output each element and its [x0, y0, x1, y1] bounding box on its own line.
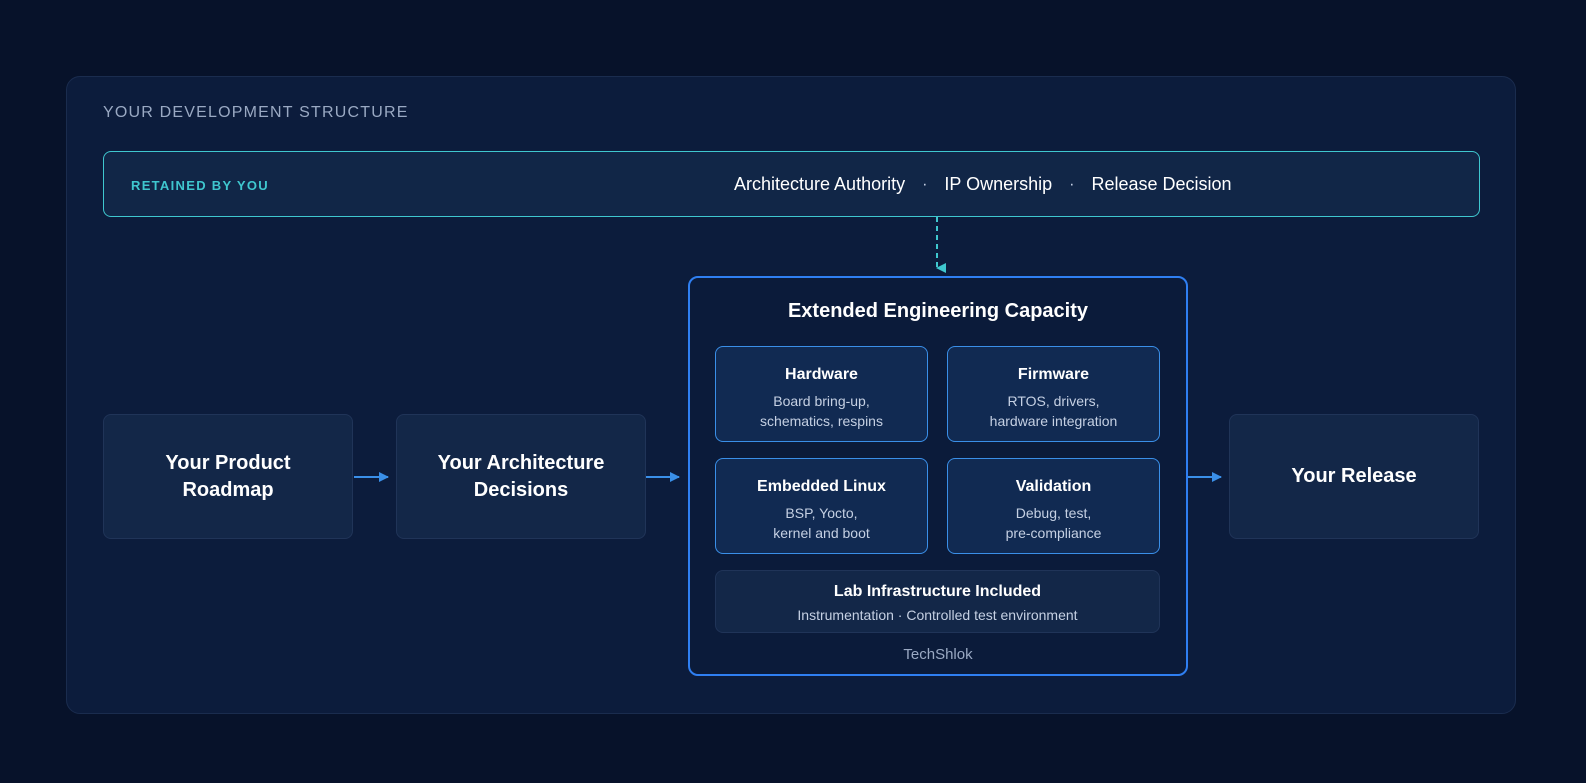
architecture-decisions-box: Your Architecture Decisions: [396, 414, 646, 539]
module-validation: Validation Debug, test, pre-compliance: [947, 458, 1160, 554]
module-title: Embedded Linux: [757, 478, 886, 495]
module-hardware: Hardware Board bring-up, schematics, res…: [715, 346, 928, 442]
module-firmware: Firmware RTOS, drivers, hardware integra…: [947, 346, 1160, 442]
module-description: Debug, test, pre-compliance: [1005, 505, 1102, 541]
capacity-title: Extended Engineering Capacity: [787, 300, 1089, 322]
module-title: Validation: [1015, 478, 1092, 495]
module-title: Firmware: [1017, 366, 1090, 383]
lab-infrastructure-box: Lab Infrastructure Included Instrumentat…: [715, 570, 1160, 633]
module-description: Board bring-up, schematics, respins: [760, 393, 883, 429]
lab-title: Lab Infrastructure Included: [833, 583, 1042, 600]
module-description: BSP, Yocto, kernel and boot: [773, 505, 870, 541]
provider-label: TechShlok: [903, 646, 973, 663]
release-box: Your Release: [1229, 414, 1479, 539]
module-title: Hardware: [785, 366, 858, 383]
product-roadmap-box: Your Product Roadmap: [103, 414, 353, 539]
module-description: RTOS, drivers, hardware integration: [989, 393, 1118, 429]
module-embedded-linux: Embedded Linux BSP, Yocto, kernel and bo…: [715, 458, 928, 554]
lab-description: Instrumentation · Controlled test enviro…: [797, 607, 1078, 623]
